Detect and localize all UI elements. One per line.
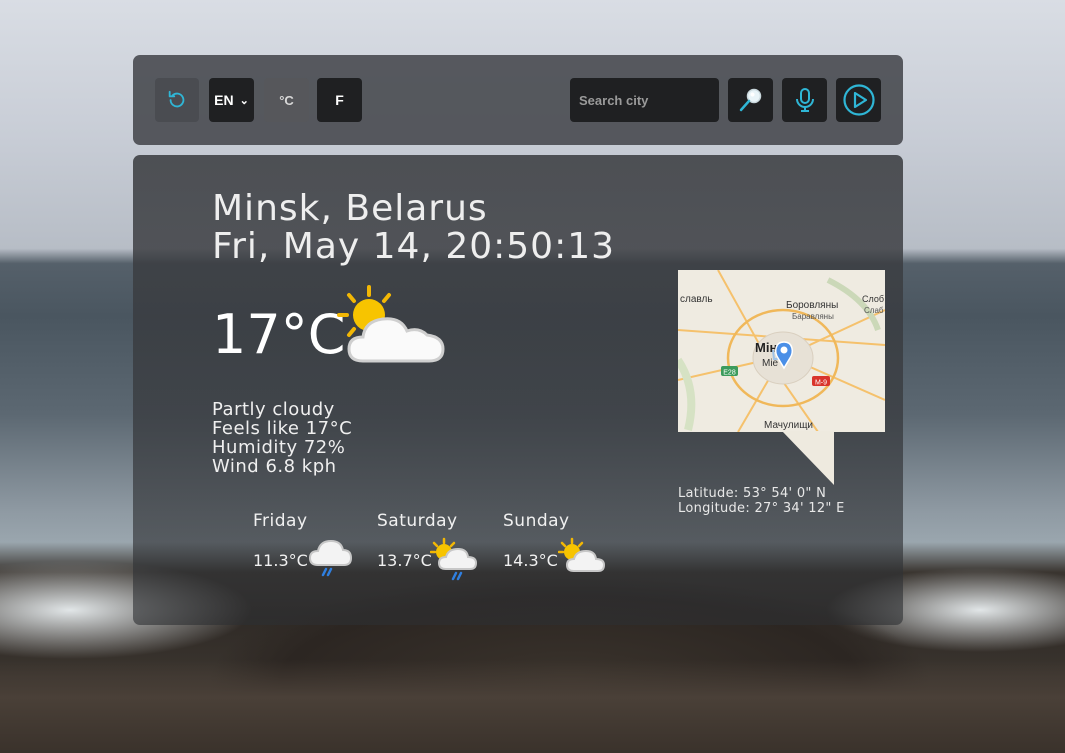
latitude-text: Latitude: 53° 54' 0" N <box>678 486 827 501</box>
forecast-day-name: Saturday <box>377 511 458 531</box>
toolbar: EN ⌄ °C F <box>133 55 903 145</box>
celsius-button[interactable]: °C <box>264 78 309 122</box>
language-select[interactable]: EN ⌄ <box>209 78 254 122</box>
longitude-text: Longitude: 27° 34' 12" E <box>678 501 845 516</box>
refresh-icon <box>168 90 185 108</box>
current-temperature: 17°C <box>212 303 346 366</box>
partly-cloudy-icon <box>557 537 610 581</box>
map-label: Мачулищи <box>764 420 813 431</box>
refresh-button[interactable] <box>155 78 199 122</box>
forecast-temp: 14.3°C <box>503 551 558 570</box>
wind-text: Wind 6.8 kph <box>212 456 337 477</box>
map-pointer <box>782 431 834 485</box>
partly-cloudy-icon <box>331 283 451 377</box>
language-value: EN <box>214 92 234 108</box>
forecast-day: Friday 11.3°C <box>253 511 378 577</box>
microphone-icon <box>795 88 814 112</box>
sun-rain-icon <box>429 537 482 587</box>
forecast-temp: 11.3°C <box>253 551 308 570</box>
forecast-day-name: Friday <box>253 511 308 531</box>
light-rain-icon <box>308 537 354 585</box>
city-name: Minsk, Belarus <box>212 188 488 229</box>
map-label: Міе <box>762 358 779 369</box>
current-datetime: Fri, May 14, 20:50:13 <box>212 226 616 267</box>
humidity-text: Humidity 72% <box>212 437 346 458</box>
search-input[interactable] <box>570 78 719 122</box>
feels-like-text: Feels like 17°C <box>212 418 353 439</box>
forecast-day-name: Sunday <box>503 511 570 531</box>
map-label: Баравляны <box>792 312 834 321</box>
location-map[interactable]: E28 M-9 славль Боровляны Баравляны Слоб … <box>678 270 885 432</box>
map-label-m9: M-9 <box>815 379 827 386</box>
forecast-temp: 13.7°C <box>377 551 432 570</box>
weather-panel: Minsk, Belarus Fri, May 14, 20:50:13 17°… <box>133 155 903 625</box>
map-label: Слоб <box>862 294 884 304</box>
play-icon <box>842 84 875 116</box>
coordinates: Latitude: 53° 54' 0" N Longitude: 27° 34… <box>678 486 845 516</box>
map-label: Слаб <box>864 306 884 315</box>
weather-details: Partly cloudy Feels like 17°C Humidity 7… <box>212 400 352 476</box>
search-button[interactable] <box>728 78 773 122</box>
voice-search-button[interactable] <box>782 78 827 122</box>
play-forecast-button[interactable] <box>836 78 881 122</box>
background-shore <box>0 660 1065 753</box>
search-icon <box>739 88 761 112</box>
map-label: славль <box>680 294 713 305</box>
map-label-e28: E28 <box>723 369 736 376</box>
condition-text: Partly cloudy <box>212 399 335 420</box>
forecast-day: Sunday 14.3°C <box>503 511 628 572</box>
chevron-down-icon: ⌄ <box>239 94 249 107</box>
map-label: Боровляны <box>786 300 838 311</box>
forecast-day: Saturday 13.7°C <box>377 511 502 581</box>
fahrenheit-button[interactable]: F <box>317 78 362 122</box>
map-canvas: E28 M-9 славль Боровляны Баравляны Слоб … <box>678 270 885 432</box>
